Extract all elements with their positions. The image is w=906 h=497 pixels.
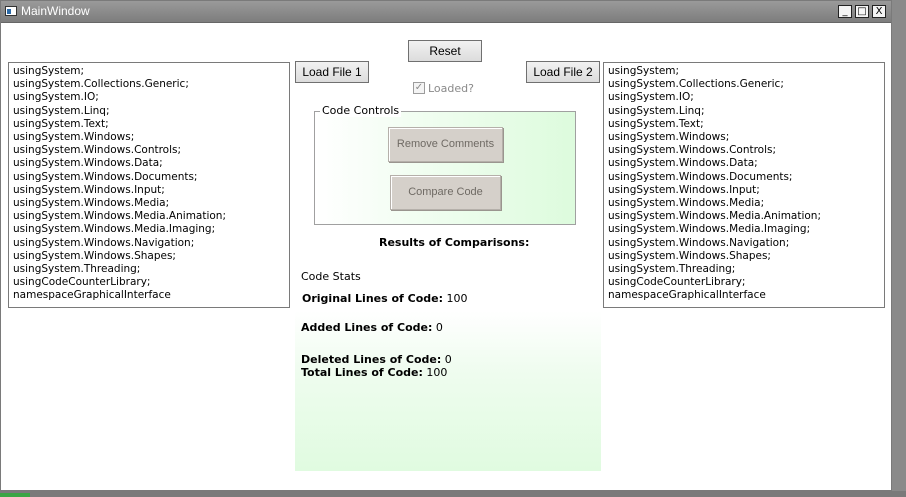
deleted-lines-label: Deleted Lines of Code: [301, 353, 442, 366]
code-stats-label: Code Stats [301, 270, 361, 283]
code-line: usingSystem.IO; [13, 91, 99, 104]
code-line: usingSystem.Linq; [608, 104, 705, 117]
code-line: usingSystem.Text; [13, 117, 109, 130]
title-bar[interactable]: MainWindow _ □ X [1, 1, 891, 23]
code-line: usingSystem.Threading; [608, 263, 736, 276]
code-line: usingSystem.Windows.Shapes; [608, 249, 771, 262]
code-line: usingSystem.IO; [608, 91, 694, 104]
deleted-lines-value: 0 [444, 353, 452, 366]
total-lines-label: Total Lines of Code: [301, 366, 423, 379]
app-window-icon [5, 6, 17, 16]
added-lines-stat: Added Lines of Code: 0 [301, 321, 443, 334]
code-line: usingCodeCounterLibrary; [608, 276, 746, 289]
code-line: usingSystem.Collections.Generic; [608, 78, 784, 91]
code-line: usingSystem.Windows.Media.Animation; [13, 210, 227, 223]
code-line: usingSystem; [13, 65, 85, 77]
code-stats-panel [295, 311, 601, 471]
main-window: MainWindow _ □ X usingSystem; usingSystem… [0, 0, 892, 491]
maximize-button[interactable]: □ [855, 5, 869, 18]
file2-code-textbox[interactable]: usingSystem; usingSystem.Collections.Gene… [603, 62, 885, 308]
code-line: usingSystem.Collections.Generic; [13, 78, 189, 91]
code-line: usingSystem.Windows.Navigation; [13, 236, 195, 249]
reset-button[interactable]: Reset [408, 40, 482, 62]
code-line: usingSystem.Windows.Documents; [608, 170, 793, 183]
file1-code-textbox[interactable]: usingSystem; usingSystem.Collections.Gene… [8, 62, 290, 308]
code-line: usingSystem.Windows.Data; [608, 157, 758, 170]
window-title: MainWindow [21, 4, 90, 18]
code-line: usingSystem.Threading; [13, 263, 141, 276]
added-lines-value: 0 [435, 321, 443, 334]
loaded-checkbox[interactable]: ✓ [413, 82, 425, 94]
code-controls-legend: Code Controls [320, 104, 402, 117]
code-line: usingSystem.Windows; [13, 131, 135, 144]
code-line: usingSystem.Windows.Media; [608, 197, 765, 210]
original-lines-label: Original Lines of Code: [302, 292, 444, 305]
total-lines-value: 100 [426, 366, 448, 379]
code-line: usingSystem.Windows.Input; [608, 183, 760, 196]
code-line: usingSystem.Windows.Navigation; [608, 236, 790, 249]
deleted-lines-stat: Deleted Lines of Code: 0 [301, 353, 452, 366]
compare-code-button[interactable]: Compare Code [390, 175, 501, 210]
original-lines-stat: Original Lines of Code: 100 [302, 292, 468, 305]
code-line: usingSystem.Windows.Controls; [608, 144, 777, 157]
loaded-label: Loaded? [428, 82, 474, 95]
code-line: namespaceGraphicalInterface [13, 289, 171, 302]
minimize-button[interactable]: _ [838, 5, 852, 18]
original-lines-value: 100 [446, 292, 468, 305]
code-line: usingSystem.Windows.Media.Imaging; [13, 223, 216, 236]
code-line: usingSystem.Windows.Documents; [13, 170, 198, 183]
code-line: usingCodeCounterLibrary; [13, 276, 151, 289]
code-line: usingSystem.Windows.Media; [13, 197, 170, 210]
added-lines-label: Added Lines of Code: [301, 321, 433, 334]
total-lines-stat: Total Lines of Code: 100 [301, 366, 447, 379]
code-line: namespaceGraphicalInterface [608, 289, 766, 302]
code-line: usingSystem.Windows; [608, 131, 730, 144]
code-line: usingSystem.Windows.Media.Imaging; [608, 223, 811, 236]
code-line: usingSystem.Windows.Shapes; [13, 249, 176, 262]
results-heading: Results of Comparisons: [379, 236, 530, 249]
load-file-1-button[interactable]: Load File 1 [295, 61, 369, 83]
close-button[interactable]: X [872, 5, 886, 18]
code-line: usingSystem.Text; [608, 117, 704, 130]
code-line: usingSystem; [608, 65, 680, 77]
load-file-2-button[interactable]: Load File 2 [526, 61, 600, 83]
code-line: usingSystem.Windows.Controls; [13, 144, 182, 157]
code-line: usingSystem.Linq; [13, 104, 110, 117]
remove-comments-button[interactable]: Remove Comments [388, 127, 503, 162]
code-line: usingSystem.Windows.Media.Animation; [608, 210, 822, 223]
code-line: usingSystem.Windows.Data; [13, 157, 163, 170]
code-line: usingSystem.Windows.Input; [13, 183, 165, 196]
taskbar-strip [0, 491, 906, 497]
